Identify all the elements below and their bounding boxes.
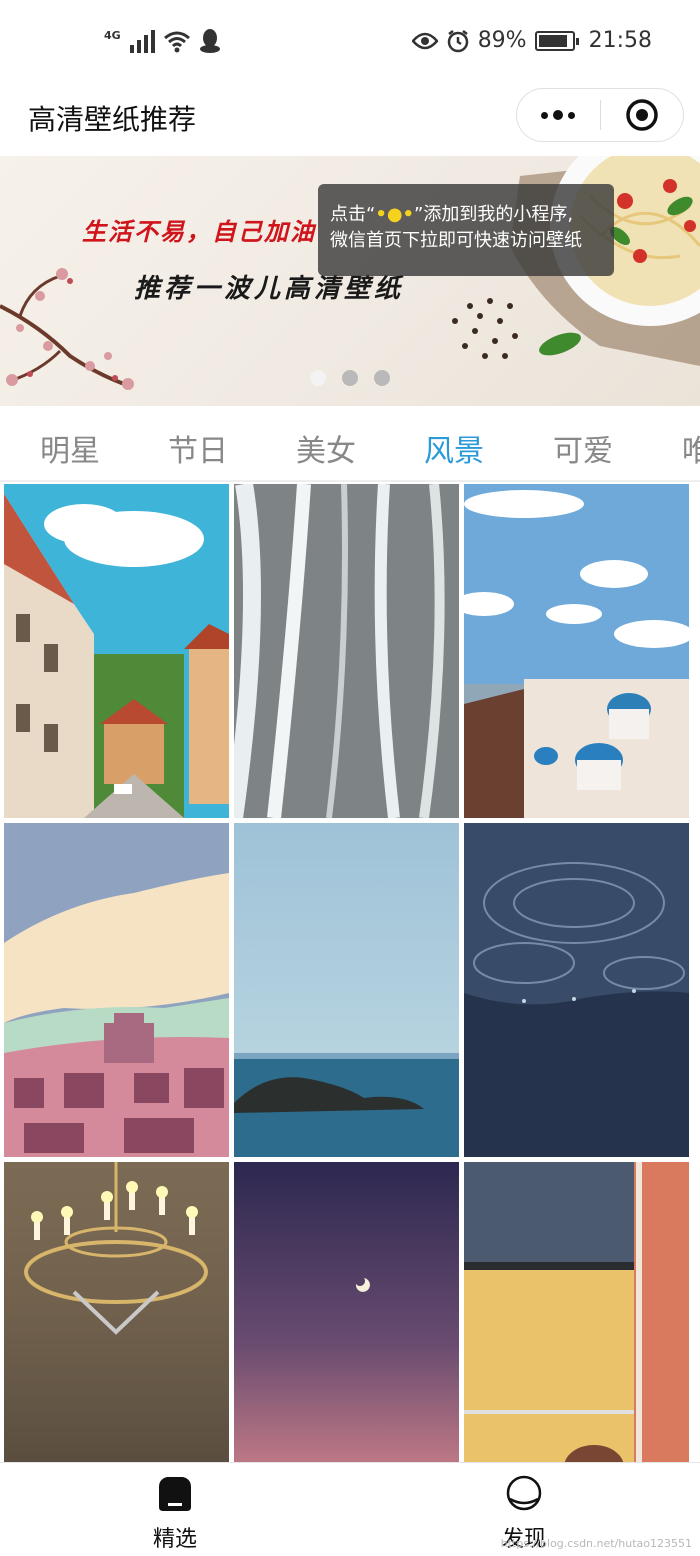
tooltip-suffix: ”添加到我的小程序, [414, 204, 574, 225]
status-right: 89% 21:58 [411, 28, 652, 53]
battery-icon [534, 30, 579, 51]
discover-icon [506, 1475, 542, 1511]
network-type: 4G [104, 28, 121, 42]
status-bar: 4G 89% 21:58 [0, 0, 700, 88]
wallpaper-image [234, 1162, 459, 1496]
category-tab[interactable]: 美女 [296, 426, 356, 470]
battery-percent: 89% [477, 28, 527, 53]
battery-fill [538, 34, 568, 47]
wallpaper-image [234, 484, 459, 818]
more-button[interactable] [517, 89, 600, 141]
wallpaper-image [464, 484, 689, 818]
wallpaper-image [464, 823, 689, 1157]
wallpaper-image [234, 823, 459, 1157]
carousel-dot[interactable] [374, 370, 390, 386]
wallpaper-dusk-moon[interactable] [234, 1162, 459, 1496]
wallpaper-water-ripples[interactable] [464, 823, 689, 1157]
target-close-icon [626, 99, 658, 131]
wallpaper-santorini[interactable] [464, 484, 689, 818]
nav-bar: 高清壁纸推荐 [0, 88, 700, 156]
qq-icon [199, 29, 220, 53]
tooltip-dots-icon: •●• [375, 204, 415, 225]
wallpaper-chandelier[interactable] [4, 1162, 229, 1496]
signal-icon [129, 30, 155, 53]
wallpaper-image [4, 1162, 229, 1496]
tab-featured[interactable]: 精选 [115, 1473, 235, 1553]
wallpaper-image [4, 484, 229, 818]
tooltip-prefix: 点击“ [330, 204, 376, 225]
banner-slogan-line1: 生活不易，自己加油 [82, 217, 316, 246]
carousel-dots [310, 370, 390, 386]
bottom-tab-bar: 精选 发现 https://blog.csdn.net/hutao123551 [0, 1462, 700, 1556]
wallpaper-painted-city[interactable] [4, 823, 229, 1157]
wallpaper-yellow-wall[interactable] [464, 1162, 689, 1496]
wallpaper-snow-field[interactable] [234, 484, 459, 818]
wallpaper-town-street[interactable] [4, 484, 229, 818]
eye-icon [411, 32, 438, 49]
alarm-icon [447, 29, 468, 52]
mini-program-capsule [516, 88, 684, 142]
category-tabs: 明星 节日 美女 风景 可爱 唯美 [0, 406, 700, 482]
tab-featured-label: 精选 [152, 1527, 197, 1552]
category-tab[interactable]: 风景 [424, 426, 484, 470]
watermark: https://blog.csdn.net/hutao123551 [500, 1537, 692, 1550]
status-left: 4G [104, 28, 221, 54]
tooltip-line2: 微信首页下拉即可快速访问壁纸 [330, 230, 582, 251]
wallpaper-image [464, 1162, 689, 1496]
carousel-dot[interactable] [342, 370, 358, 386]
carousel-dot[interactable] [310, 370, 326, 386]
category-tab[interactable]: 明星 [40, 426, 100, 470]
category-tab[interactable]: 节日 [168, 426, 228, 470]
category-tab[interactable]: 可爱 [553, 426, 613, 470]
clock: 21:58 [588, 28, 652, 53]
wallpaper-image [4, 823, 229, 1157]
close-button[interactable] [601, 89, 684, 141]
more-dot [541, 111, 549, 119]
add-to-my-programs-tooltip: 点击“•●•”添加到我的小程序, 微信首页下拉即可快速访问壁纸 [318, 184, 614, 276]
wallpaper-sea-island[interactable] [234, 823, 459, 1157]
category-tab[interactable]: 唯美 [682, 426, 700, 470]
page-title: 高清壁纸推荐 [28, 103, 197, 136]
wifi-icon [163, 31, 190, 53]
more-dot [553, 110, 564, 120]
wallpaper-grid [4, 484, 690, 1496]
tooltip-line1: 点击“•●•”添加到我的小程序, [330, 202, 604, 228]
home-icon [159, 1477, 191, 1511]
more-dot [568, 111, 576, 119]
